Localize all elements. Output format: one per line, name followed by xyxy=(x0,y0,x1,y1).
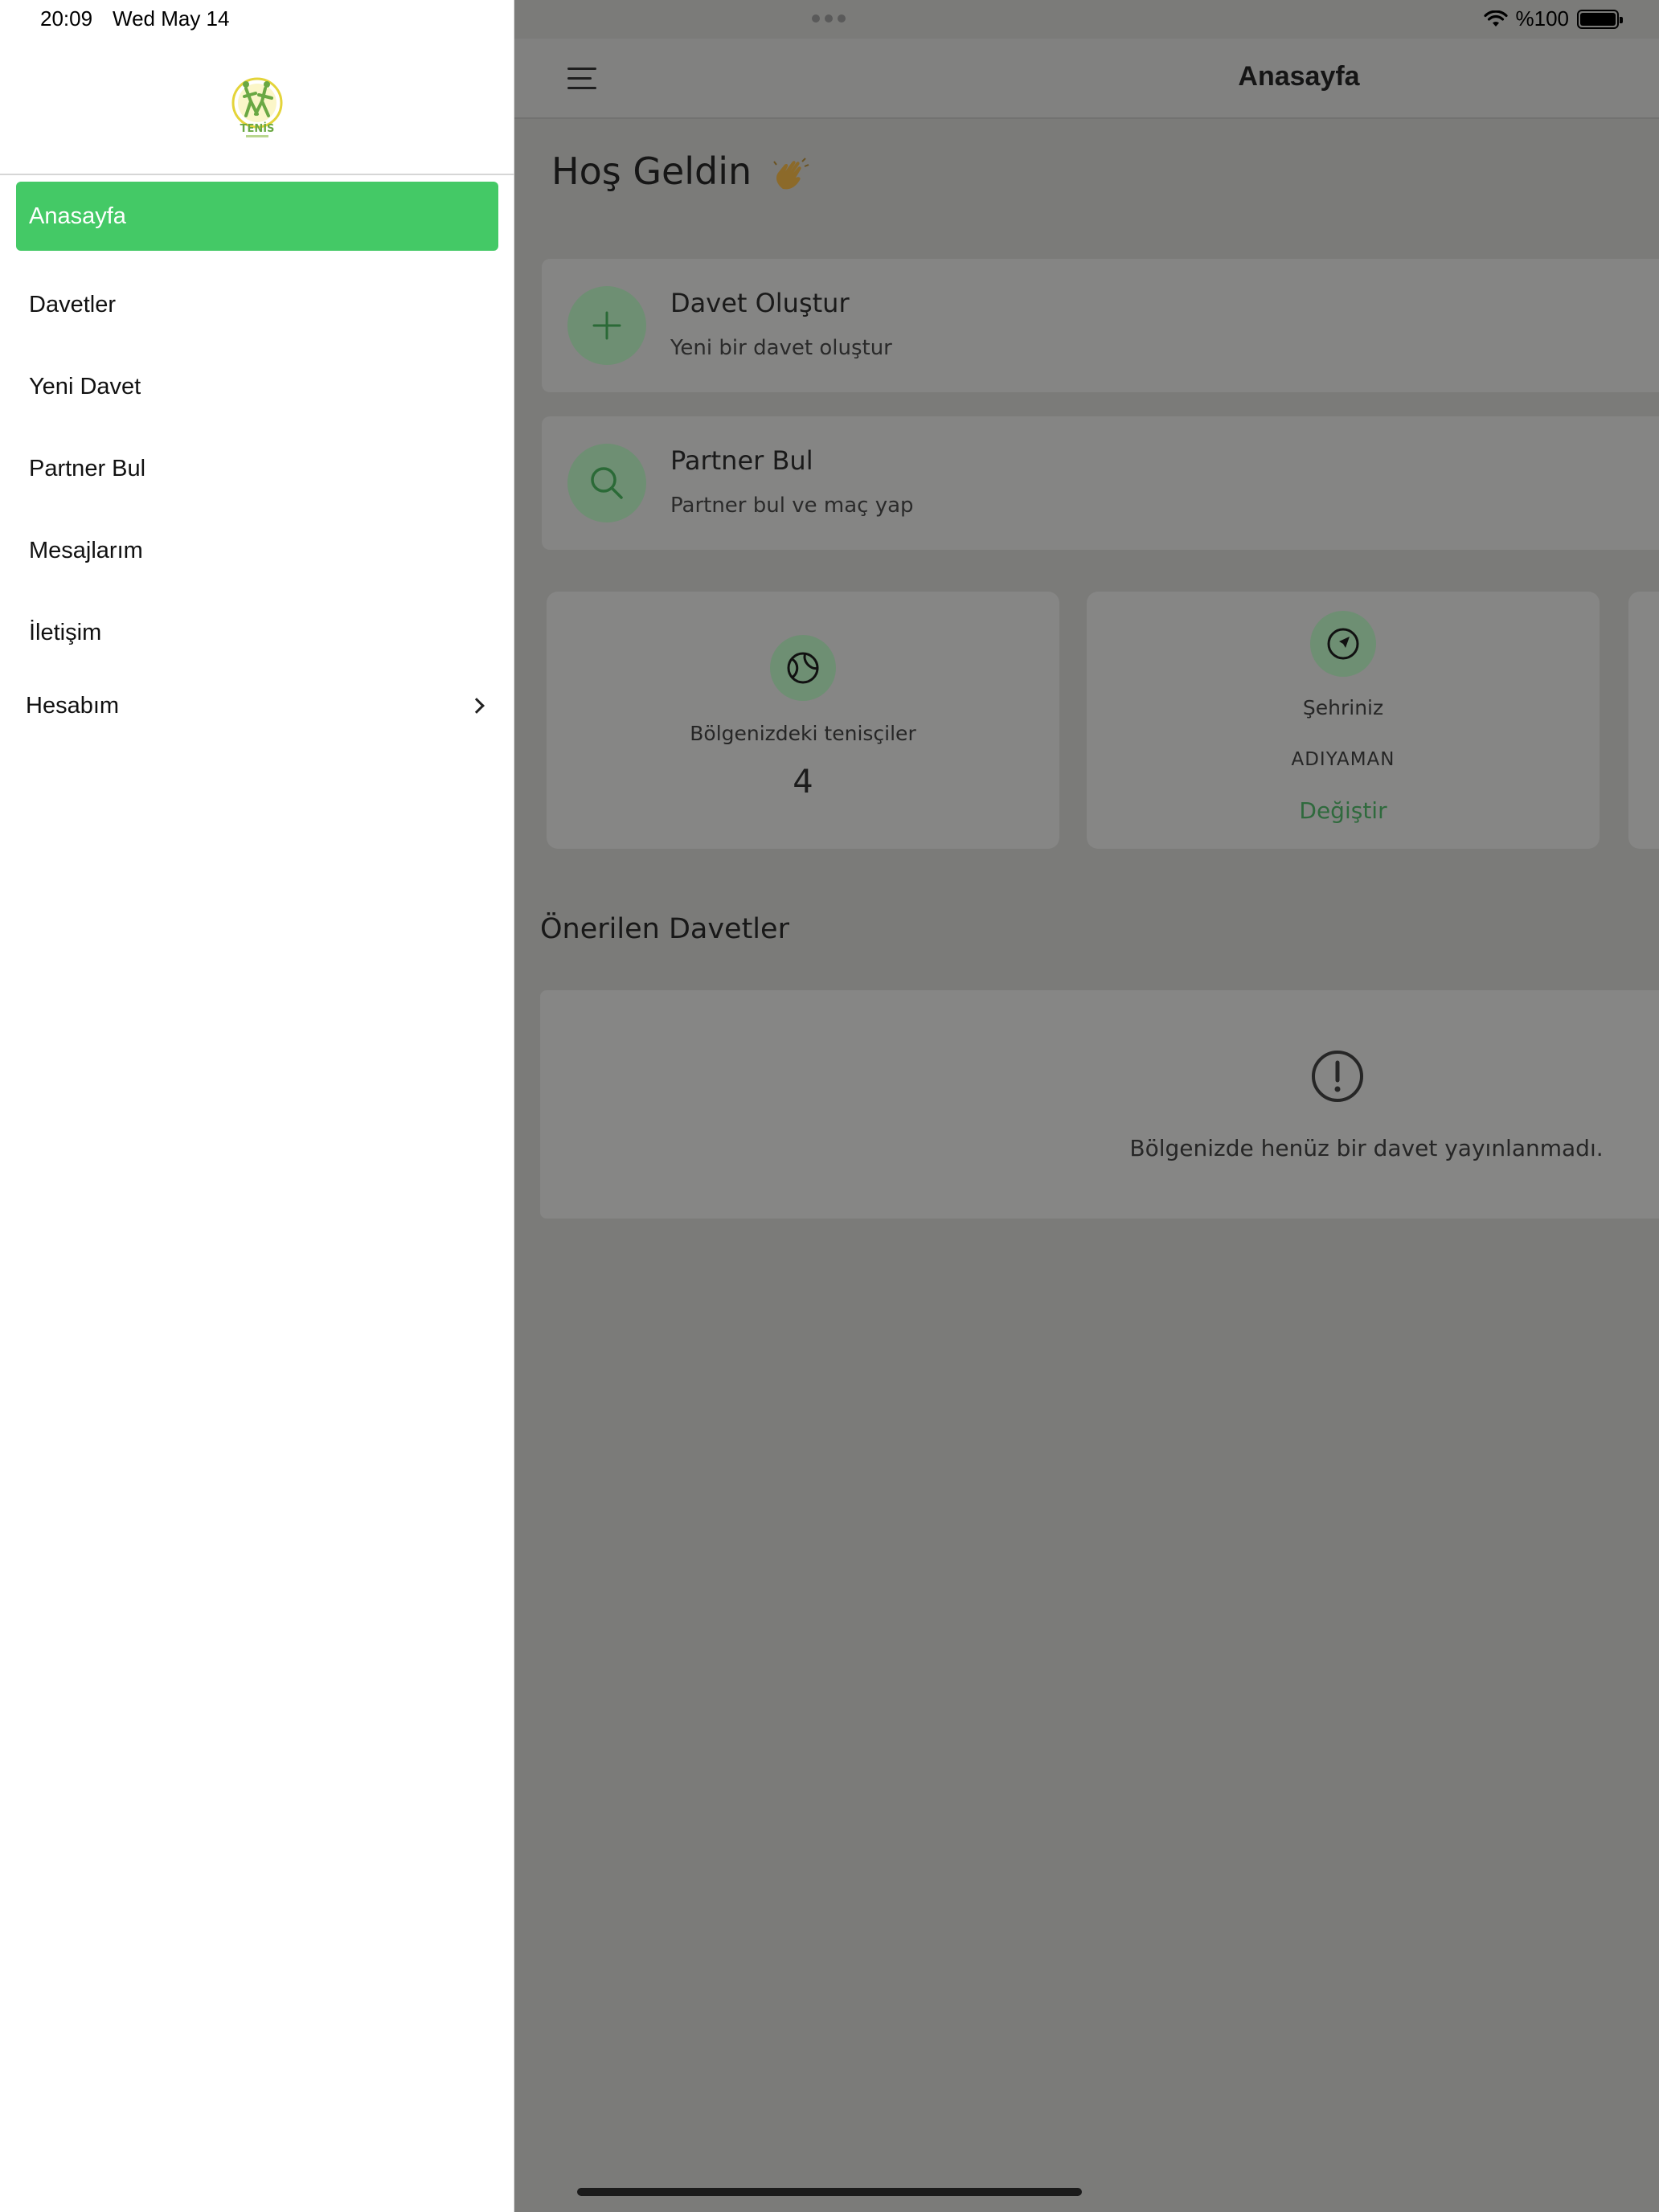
sidebar-item-anasayfa[interactable]: Anasayfa xyxy=(16,182,498,251)
players-stat-card: Bölgenizdeki tenisçiler 4 xyxy=(547,592,1059,849)
battery-icon xyxy=(1577,9,1623,29)
create-invite-subtitle: Yeni bir davet oluştur xyxy=(670,336,892,360)
plus-icon xyxy=(567,286,646,365)
city-stat-value: ADIYAMAN xyxy=(1291,749,1395,770)
navigation-icon xyxy=(1310,611,1376,677)
city-stat-label: Şehriniz xyxy=(1302,696,1384,719)
find-partner-title: Partner Bul xyxy=(670,445,813,476)
empty-invites-card: Bölgenizde henüz bir davet yayınlanmadı. xyxy=(540,990,1659,1219)
empty-invites-message: Bölgenizde henüz bir davet yayınlanmadı. xyxy=(1129,1135,1604,1161)
search-icon xyxy=(567,444,646,522)
players-stat-value: 4 xyxy=(793,764,813,801)
exclamation-circle-icon xyxy=(1312,1051,1363,1102)
svg-text:TENİS: TENİS xyxy=(240,122,275,135)
sidebar-item-hesabim-label: Hesabım xyxy=(26,692,120,719)
status-indicators: %100 xyxy=(1483,6,1623,31)
find-partner-card[interactable]: Partner Bul Partner bul ve maç yap xyxy=(542,416,1659,550)
multitasking-dots-icon[interactable] xyxy=(812,14,846,23)
sidebar-item-davetler[interactable]: Davetler xyxy=(0,264,514,346)
chevron-right-icon xyxy=(469,698,485,714)
wifi-icon xyxy=(1483,10,1508,27)
sidebar-item-partner-bul[interactable]: Partner Bul xyxy=(0,428,514,510)
status-date: Wed May 14 xyxy=(113,6,230,31)
greeting-text: Hoş Geldin xyxy=(551,150,752,193)
waving-hand-icon xyxy=(773,157,809,189)
change-city-button[interactable]: Değiştir xyxy=(1087,797,1600,824)
create-invite-title: Davet Oluştur xyxy=(670,288,850,318)
sidebar-drawer: TENİS Anasayfa Davetler Yeni Davet Partn… xyxy=(0,0,514,2212)
status-time: 20:09 xyxy=(40,6,93,31)
recommended-invites-heading: Önerilen Davetler xyxy=(540,913,789,945)
city-stat-card: Şehriniz ADIYAMAN Değiştir xyxy=(1087,592,1600,849)
page-title: Anasayfa xyxy=(1238,61,1360,92)
extra-stat-card xyxy=(1628,592,1659,849)
tennis-ball-icon xyxy=(770,635,836,701)
create-invite-card[interactable]: Davet Oluştur Yeni bir davet oluştur xyxy=(542,259,1659,392)
find-partner-subtitle: Partner bul ve maç yap xyxy=(670,494,914,518)
battery-percent: %100 xyxy=(1515,6,1570,31)
sidebar-item-iletisim[interactable]: İletişim xyxy=(0,592,514,674)
greeting-heading: Hoş Geldin xyxy=(551,150,810,193)
hamburger-menu-icon[interactable] xyxy=(567,68,596,90)
status-bar: 20:09 Wed May 14 %100 xyxy=(0,0,1659,39)
sidebar-menu: Anasayfa Davetler Yeni Davet Partner Bul… xyxy=(0,182,514,738)
sidebar-item-hesabim[interactable]: Hesabım xyxy=(0,674,514,738)
sidebar-item-mesajlarim[interactable]: Mesajlarım xyxy=(0,510,514,592)
home-indicator[interactable] xyxy=(577,2188,1082,2196)
main-content[interactable]: Anasayfa Hoş Geldin Davet Oluştur Yeni b… xyxy=(514,0,1659,2212)
players-stat-label: Bölgenizdeki tenisçiler xyxy=(690,722,916,745)
app-logo: TENİS xyxy=(231,77,283,137)
navigation-bar: Anasayfa xyxy=(514,39,1659,119)
sidebar-item-yeni-davet[interactable]: Yeni Davet xyxy=(0,346,514,428)
